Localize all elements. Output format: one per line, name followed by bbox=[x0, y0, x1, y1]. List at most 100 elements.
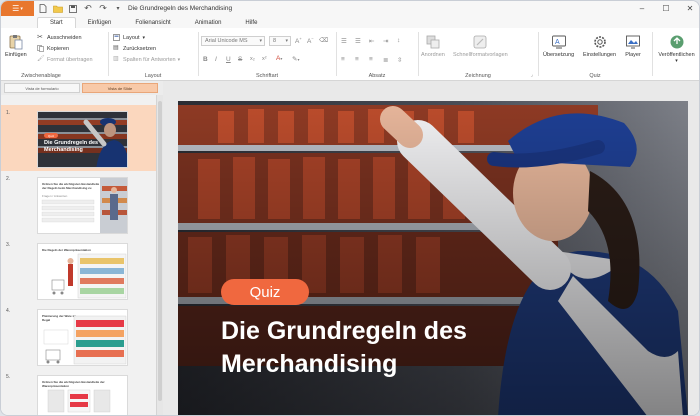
font-name-value: Arial Unicode MS bbox=[205, 38, 248, 44]
slide-editor-area: Quiz Die Grundregeln des Merchandising bbox=[163, 81, 699, 415]
thumbnails-scrollbar[interactable] bbox=[156, 95, 163, 415]
tab-slide-view-panel[interactable]: Vista de Slide bbox=[82, 83, 158, 93]
chevron-down-icon: ▾ bbox=[20, 5, 23, 12]
layout-group: Layout ▾ ▤ Zurücksetzen ▥ Spalten für An… bbox=[109, 30, 197, 80]
undo-icon[interactable]: ↶ bbox=[82, 3, 94, 15]
slide-number: 1. bbox=[6, 110, 11, 116]
strikethrough-icon[interactable]: S bbox=[238, 56, 242, 63]
close-icon[interactable]: ✕ bbox=[685, 4, 695, 13]
tab-start[interactable]: Start bbox=[37, 17, 76, 28]
slide-badge: Quiz bbox=[44, 133, 58, 138]
arrange-button[interactable]: Anordnen bbox=[421, 34, 445, 58]
tab-form-view[interactable]: Vista de formulario bbox=[4, 83, 80, 93]
underline-icon[interactable]: U bbox=[226, 56, 231, 63]
quick-access-more-icon[interactable]: ▾ bbox=[112, 3, 124, 15]
subscript-icon[interactable]: x₂ bbox=[250, 56, 255, 62]
slide-thumbnail-2[interactable]: 2. Ordnen Sie die wichtigsten Bestandtei… bbox=[1, 171, 156, 237]
drawing-group-label: Zeichnung bbox=[465, 73, 491, 79]
slide-number: 5. bbox=[6, 374, 11, 380]
font-size-select[interactable]: 8 ▾ bbox=[269, 36, 291, 46]
slide-thumbnail-5[interactable]: 5. Ordnen Sie die wichtigsten Bestandtei… bbox=[1, 369, 156, 415]
format-painter-label: Format übertragen bbox=[47, 56, 93, 63]
answer-columns-button[interactable]: ▥ Spalten für Antworten ▾ bbox=[113, 56, 180, 63]
paragraph-group-label: Absatz bbox=[368, 73, 386, 79]
reset-button[interactable]: ▤ Zurücksetzen bbox=[113, 45, 156, 52]
redo-icon[interactable]: ↷ bbox=[97, 3, 109, 15]
tab-insert[interactable]: Einfügen bbox=[76, 17, 124, 28]
publish-button[interactable]: Veröffentlichen ▾ bbox=[653, 34, 699, 64]
cut-button[interactable]: ✂ Ausschneiden bbox=[37, 34, 82, 41]
align-center-icon[interactable]: ≡ bbox=[355, 56, 359, 63]
chevron-down-icon: ▾ bbox=[177, 56, 181, 63]
slide-preview-image bbox=[51, 253, 127, 299]
tab-animation[interactable]: Animation bbox=[183, 17, 234, 28]
copy-label: Kopieren bbox=[47, 45, 70, 52]
align-left-icon[interactable]: ≡ bbox=[341, 56, 345, 63]
highlight-icon[interactable]: ✎▾ bbox=[292, 55, 299, 63]
slide-preview-image bbox=[41, 178, 127, 233]
clipboard-group: Einfügen ✂ Ausschneiden Kopieren 🖌 Forma… bbox=[1, 30, 93, 80]
format-painter-button[interactable]: 🖌 Format übertragen bbox=[37, 56, 93, 63]
app-menu-button[interactable]: ☰ ▾ bbox=[1, 1, 34, 16]
vertical-align-icon[interactable]: ⇳ bbox=[397, 56, 402, 64]
quiz-group-label: Quiz bbox=[589, 73, 601, 79]
translation-button[interactable]: A Übersetzung bbox=[543, 34, 574, 58]
font-name-select[interactable]: Arial Unicode MS ▾ bbox=[201, 36, 265, 46]
shrink-font-icon[interactable]: A− bbox=[307, 36, 314, 45]
player-button[interactable]: Player bbox=[625, 34, 641, 58]
minimize-icon[interactable]: – bbox=[637, 4, 647, 13]
slide-thumbnail-3[interactable]: 3. Die Regeln der Warenpräsentation bbox=[1, 237, 156, 303]
decrease-indent-icon[interactable]: ⇤ bbox=[369, 37, 374, 45]
scrollbar-thumb[interactable] bbox=[158, 101, 162, 401]
maximize-icon[interactable]: ☐ bbox=[661, 4, 671, 13]
chevron-down-icon: ▾ bbox=[259, 38, 262, 44]
copy-button[interactable]: Kopieren bbox=[37, 45, 69, 52]
slide-thumbnail-1[interactable]: 1. Quiz Die Grundregeln des Merchandisin… bbox=[1, 105, 156, 171]
reset-label: Zurücksetzen bbox=[123, 45, 157, 52]
clear-format-icon[interactable]: ⌫ bbox=[319, 36, 328, 44]
quick-styles-label: Schnellformatvorlagen bbox=[453, 52, 508, 58]
player-label: Player bbox=[625, 52, 641, 58]
main-slide[interactable]: Quiz Die Grundregeln des Merchandising bbox=[178, 101, 688, 415]
slide-preview: Ordnen Sie die wichtigsten Bestandteile … bbox=[37, 177, 128, 234]
open-folder-icon[interactable] bbox=[52, 3, 64, 15]
cut-label: Ausschneiden bbox=[47, 34, 82, 41]
quick-styles-button[interactable]: Schnellformatvorlagen bbox=[453, 34, 508, 58]
layout-button[interactable]: Layout ▾ bbox=[113, 34, 145, 41]
grow-font-icon[interactable]: A+ bbox=[295, 36, 302, 45]
answer-columns-label: Spalten für Antworten bbox=[123, 56, 176, 63]
quick-styles-icon bbox=[473, 35, 487, 49]
arrange-icon bbox=[426, 35, 440, 49]
translation-icon: A bbox=[551, 35, 566, 49]
paste-button[interactable]: Einfügen bbox=[5, 34, 27, 58]
reset-icon: ▤ bbox=[113, 45, 119, 51]
tab-slide-view[interactable]: Folienansicht bbox=[123, 17, 182, 28]
ribbon: Einfügen ✂ Ausschneiden Kopieren 🖌 Forma… bbox=[1, 28, 699, 81]
slide-thumbnail-4[interactable]: 4. Platzierung der Ware im Regal bbox=[1, 303, 156, 369]
view-switcher: Vista de formulario Vista de Slide bbox=[1, 81, 163, 95]
numbered-list-icon[interactable]: ☰ bbox=[355, 37, 361, 45]
publish-group: Veröffentlichen ▾ bbox=[653, 30, 699, 80]
slide-preview: Platzierung der Ware im Regal bbox=[37, 309, 128, 366]
menu-icon: ☰ bbox=[12, 4, 20, 13]
justify-icon[interactable]: ≣ bbox=[383, 56, 388, 64]
settings-button[interactable]: Einstellungen bbox=[583, 34, 616, 58]
increase-indent-icon[interactable]: ⇥ bbox=[383, 37, 388, 45]
paragraph-group: ☰ ☰ ⇤ ⇥ ↕ ≡ ≡ ≡ ≣ ⇳ Absatz bbox=[337, 30, 417, 80]
font-group-label: Schriftart bbox=[255, 73, 278, 79]
bold-icon[interactable]: B bbox=[203, 56, 208, 63]
save-icon[interactable] bbox=[67, 3, 79, 15]
font-color-icon[interactable]: A▾ bbox=[276, 55, 282, 62]
line-spacing-icon[interactable]: ↕ bbox=[397, 37, 400, 44]
layout-label: Layout bbox=[123, 34, 140, 41]
align-right-icon[interactable]: ≡ bbox=[369, 56, 373, 63]
superscript-icon[interactable]: x² bbox=[262, 56, 267, 62]
bullet-list-icon[interactable]: ☰ bbox=[341, 37, 347, 45]
tab-help[interactable]: Hilfe bbox=[233, 17, 269, 28]
slide-title: Die Grundregeln des Merchandising bbox=[44, 140, 99, 153]
quiz-badge: Quiz bbox=[221, 279, 309, 305]
layout-icon bbox=[113, 34, 120, 41]
new-file-icon[interactable] bbox=[37, 3, 49, 15]
italic-icon[interactable]: I bbox=[215, 56, 217, 63]
arrange-label: Anordnen bbox=[421, 52, 445, 58]
